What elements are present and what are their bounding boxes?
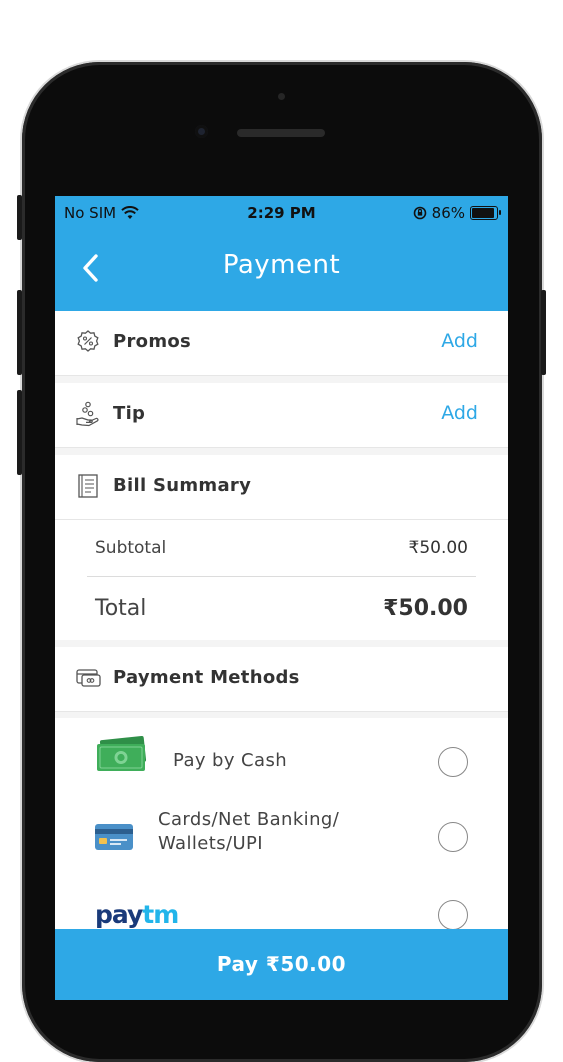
volume-down-button bbox=[17, 390, 22, 475]
proximity-sensor bbox=[278, 93, 285, 100]
tip-hand-coins-icon bbox=[76, 401, 99, 427]
bill-lines: Subtotal ₹50.00 Total ₹50.00 bbox=[55, 520, 508, 640]
subtotal-label: Subtotal bbox=[95, 538, 167, 558]
front-camera bbox=[195, 125, 208, 138]
cards-label-line1: Cards/Net Banking/ bbox=[158, 809, 340, 830]
tip-row[interactable]: Tip Add bbox=[55, 383, 508, 448]
payment-option-cash[interactable]: Pay by Cash bbox=[55, 726, 508, 796]
total-value: ₹50.00 bbox=[383, 596, 468, 621]
bill-summary-header: Bill Summary bbox=[55, 455, 508, 520]
add-promo-button[interactable]: Add bbox=[441, 330, 478, 352]
earpiece-speaker bbox=[237, 129, 325, 137]
promos-label: Promos bbox=[113, 331, 192, 352]
bill-divider bbox=[87, 576, 476, 577]
battery-percent: 86% bbox=[431, 204, 465, 222]
total-label: Total bbox=[95, 596, 147, 621]
cards-label-line2: Wallets/UPI bbox=[158, 833, 263, 854]
wallet-cards-icon bbox=[76, 669, 101, 687]
discount-badge-icon bbox=[77, 330, 99, 352]
page-title: Payment bbox=[222, 250, 341, 280]
paytm-radio[interactable] bbox=[438, 900, 468, 930]
payment-methods-label: Payment Methods bbox=[113, 667, 300, 688]
app-screen: No SIM 2:29 PM 86% Payment Promos Add Ti… bbox=[55, 196, 508, 1000]
tip-label: Tip bbox=[113, 403, 146, 424]
status-bar: No SIM 2:29 PM 86% bbox=[55, 196, 508, 228]
promos-row[interactable]: Promos Add bbox=[55, 311, 508, 376]
status-right: 86% bbox=[413, 204, 501, 222]
pay-by-cash-radio[interactable] bbox=[438, 747, 468, 777]
payment-option-cards[interactable]: Cards/Net Banking/ Wallets/UPI bbox=[55, 802, 508, 872]
paytm-logo: paytm bbox=[95, 900, 179, 929]
cash-icon bbox=[97, 736, 147, 771]
payment-methods-list: Pay by Cash Cards/Net Banking/ Wallets/U… bbox=[55, 718, 508, 948]
volume-up-button bbox=[17, 290, 22, 375]
app-header: Payment bbox=[55, 228, 508, 311]
bill-summary-label: Bill Summary bbox=[113, 475, 252, 496]
orientation-lock-icon bbox=[413, 206, 426, 220]
mute-switch bbox=[17, 195, 22, 240]
payment-methods-header: Payment Methods bbox=[55, 647, 508, 712]
receipt-icon bbox=[78, 474, 98, 498]
subtotal-value: ₹50.00 bbox=[408, 538, 468, 558]
power-button bbox=[541, 290, 546, 375]
battery-fill bbox=[472, 208, 495, 218]
cards-radio[interactable] bbox=[438, 822, 468, 852]
card-icon bbox=[95, 824, 133, 850]
pay-button[interactable]: Pay ₹50.00 bbox=[55, 929, 508, 1000]
add-tip-button[interactable]: Add bbox=[441, 402, 478, 424]
pay-by-cash-label: Pay by Cash bbox=[173, 750, 288, 771]
battery-icon bbox=[470, 206, 501, 220]
